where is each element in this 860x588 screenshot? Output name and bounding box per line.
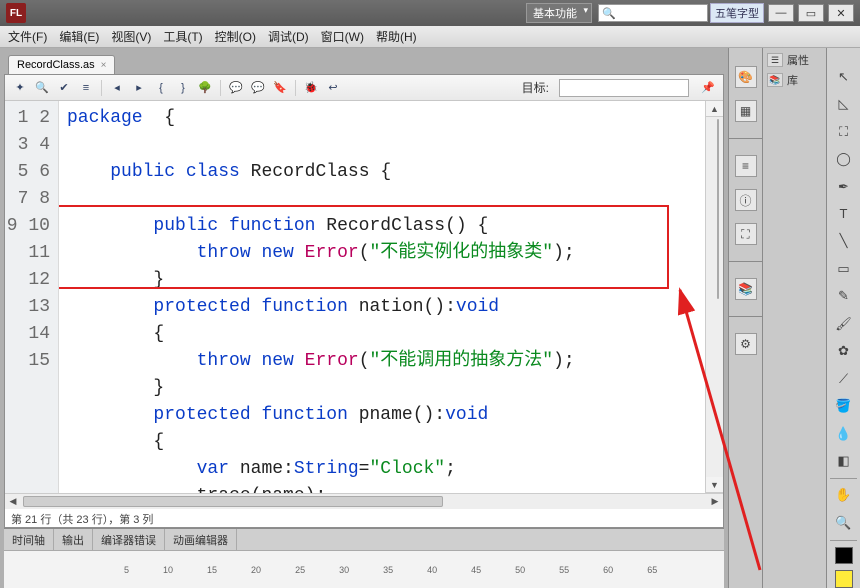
swatches-icon[interactable]: 🎨 bbox=[735, 66, 757, 88]
library-panel-tab[interactable]: 📚库 bbox=[767, 72, 822, 88]
menu-window[interactable]: 窗口(W) bbox=[321, 28, 364, 45]
maximize-button[interactable]: ▭ bbox=[798, 4, 824, 22]
menu-control[interactable]: 控制(O) bbox=[215, 28, 256, 45]
find-icon[interactable]: 🔍 bbox=[33, 79, 51, 97]
line-tool-icon[interactable]: ╲ bbox=[833, 231, 855, 252]
title-bar: FL 基本功能 🔍 五笔字型 — ▭ ✕ bbox=[0, 0, 860, 26]
code-editor: ✦ 🔍 ✔ ≡ ◂ ▸ { } 🌳 💬 💬 🔖 🐞 ↩ 目标: 📌 bbox=[4, 74, 724, 528]
tab-output[interactable]: 输出 bbox=[54, 529, 93, 551]
right-dock: 🎨 ▦ ≡ ⓘ ⛶ 📚 ⚙ ☰属性 📚库 ↖ ◺ ⛶ ◯ ✒ T ╲ ▭ ✎ 🖌 bbox=[728, 48, 860, 588]
stroke-swatch[interactable] bbox=[835, 547, 853, 565]
menu-view[interactable]: 视图(V) bbox=[111, 28, 151, 45]
uncomment-icon[interactable]: 💬 bbox=[249, 79, 267, 97]
tab-motion-editor[interactable]: 动画编辑器 bbox=[165, 529, 237, 551]
align-icon[interactable]: ≡ bbox=[735, 155, 757, 177]
tab-recordclass[interactable]: RecordClass.as × bbox=[8, 55, 115, 74]
pencil-tool-icon[interactable]: ✎ bbox=[833, 286, 855, 307]
line-numbers: 1 2 3 4 5 6 7 8 9 10 11 12 13 14 15 bbox=[5, 101, 59, 493]
subselect-tool-icon[interactable]: ◺ bbox=[833, 93, 855, 114]
info-icon[interactable]: ⓘ bbox=[735, 189, 757, 211]
bone-tool-icon[interactable]: ⟋ bbox=[833, 368, 855, 389]
bookmark-icon[interactable]: 🔖 bbox=[271, 79, 289, 97]
vertical-scrollbar[interactable]: ▲ ▼ bbox=[705, 101, 723, 493]
minimize-button[interactable]: — bbox=[768, 4, 794, 22]
eyedrop-tool-icon[interactable]: 💧 bbox=[833, 423, 855, 444]
horizontal-scrollbar[interactable]: ◀ ▶ bbox=[5, 493, 723, 509]
menu-file[interactable]: 文件(F) bbox=[8, 28, 47, 45]
menu-bar: 文件(F) 编辑(E) 视图(V) 工具(T) 控制(O) 调试(D) 窗口(W… bbox=[0, 26, 860, 48]
tab-label: RecordClass.as bbox=[17, 59, 95, 71]
fill-swatch[interactable] bbox=[835, 570, 853, 588]
transform-tool-icon[interactable]: ⛶ bbox=[833, 121, 855, 142]
search-icon: 🔍 bbox=[602, 7, 616, 20]
menu-help[interactable]: 帮助(H) bbox=[376, 28, 417, 45]
text-tool-icon[interactable]: T bbox=[833, 203, 855, 224]
editor-toolbar: ✦ 🔍 ✔ ≡ ◂ ▸ { } 🌳 💬 💬 🔖 🐞 ↩ 目标: 📌 bbox=[5, 75, 723, 101]
timeline-ruler[interactable]: 5101520253035404550556065 bbox=[4, 551, 724, 588]
icon-column-a: 🎨 ▦ ≡ ⓘ ⛶ 📚 ⚙ bbox=[729, 48, 763, 588]
menu-edit[interactable]: 编辑(E) bbox=[59, 28, 99, 45]
tab-close-icon[interactable]: × bbox=[101, 60, 107, 71]
close-button[interactable]: ✕ bbox=[828, 4, 854, 22]
scroll-down-icon[interactable]: ▼ bbox=[706, 477, 723, 493]
selection-tool-icon[interactable]: ↖ bbox=[833, 66, 855, 87]
search-box[interactable]: 🔍 bbox=[598, 4, 708, 22]
add-icon[interactable]: ✦ bbox=[11, 79, 29, 97]
target-label: 目标: bbox=[522, 79, 549, 96]
bottom-panel: 时间轴 输出 编译器错误 动画编辑器 510152025303540455055… bbox=[4, 528, 724, 588]
menu-tools[interactable]: 工具(T) bbox=[163, 28, 202, 45]
hand-tool-icon[interactable]: ✋ bbox=[833, 485, 855, 506]
workspace-dropdown[interactable]: 基本功能 bbox=[526, 3, 592, 23]
bucket-tool-icon[interactable]: 🪣 bbox=[833, 395, 855, 416]
tab-timeline[interactable]: 时间轴 bbox=[4, 529, 54, 551]
grid-icon[interactable]: ▦ bbox=[735, 100, 757, 122]
wrap-icon[interactable]: ↩ bbox=[324, 79, 342, 97]
properties-panel-tab[interactable]: ☰属性 bbox=[767, 52, 822, 68]
transform-icon[interactable]: ⛶ bbox=[735, 223, 757, 245]
rect-tool-icon[interactable]: ▭ bbox=[833, 258, 855, 279]
components-icon[interactable]: ⚙ bbox=[735, 333, 757, 355]
panel-labels: ☰属性 📚库 bbox=[763, 48, 826, 588]
eraser-tool-icon[interactable]: ◧ bbox=[833, 450, 855, 471]
tools-column: ↖ ◺ ⛶ ◯ ✒ T ╲ ▭ ✎ 🖌 ✿ ⟋ 🪣 💧 ◧ ✋ 🔍 bbox=[826, 48, 860, 588]
app-logo: FL bbox=[6, 3, 26, 23]
pen-tool-icon[interactable]: ✒ bbox=[833, 176, 855, 197]
document-tabs: RecordClass.as × bbox=[4, 52, 728, 74]
tab-compiler-errors[interactable]: 编译器错误 bbox=[93, 529, 165, 551]
comment-icon[interactable]: 💬 bbox=[227, 79, 245, 97]
scroll-up-icon[interactable]: ▲ bbox=[706, 101, 723, 117]
brace-left-icon[interactable]: { bbox=[152, 79, 170, 97]
lasso-tool-icon[interactable]: ◯ bbox=[833, 148, 855, 169]
target-dropdown[interactable] bbox=[559, 79, 689, 97]
library-icon[interactable]: 📚 bbox=[735, 278, 757, 300]
collapse-icon[interactable]: ◂ bbox=[108, 79, 126, 97]
format-icon[interactable]: ≡ bbox=[77, 79, 95, 97]
code-content[interactable]: package { public class RecordClass { pub… bbox=[59, 101, 705, 493]
zoom-tool-icon[interactable]: 🔍 bbox=[833, 512, 855, 533]
ime-indicator[interactable]: 五笔字型 bbox=[710, 3, 764, 23]
menu-debug[interactable]: 调试(D) bbox=[268, 28, 309, 45]
tree-icon[interactable]: 🌳 bbox=[196, 79, 214, 97]
brush-tool-icon[interactable]: 🖌 bbox=[833, 313, 855, 334]
check-icon[interactable]: ✔ bbox=[55, 79, 73, 97]
debug-icon[interactable]: 🐞 bbox=[302, 79, 320, 97]
deco-tool-icon[interactable]: ✿ bbox=[833, 341, 855, 362]
status-bar: 第 21 行（共 23 行），第 3 列 bbox=[5, 509, 723, 527]
pin-icon[interactable]: 📌 bbox=[699, 79, 717, 97]
scroll-right-icon[interactable]: ▶ bbox=[707, 494, 723, 509]
scroll-left-icon[interactable]: ◀ bbox=[5, 494, 21, 509]
expand-icon[interactable]: ▸ bbox=[130, 79, 148, 97]
brace-right-icon[interactable]: } bbox=[174, 79, 192, 97]
